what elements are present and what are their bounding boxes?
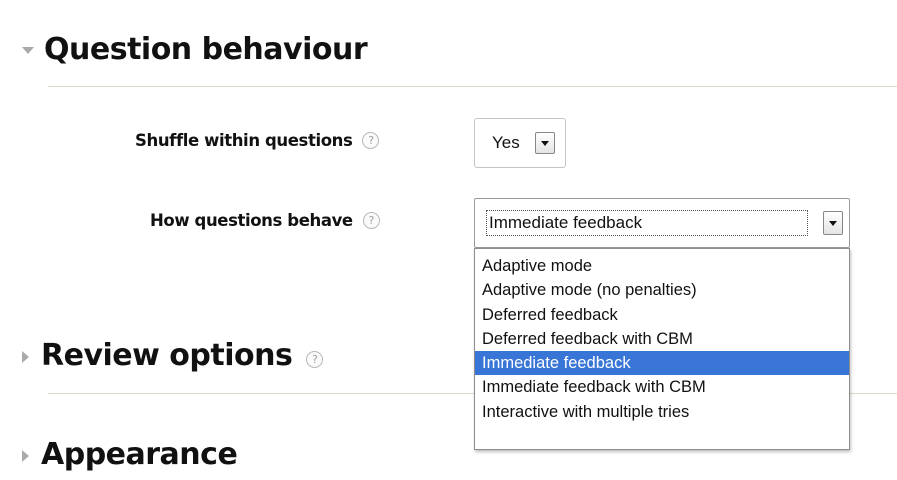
help-icon[interactable]: ?: [362, 132, 380, 149]
dropdown-option-selected[interactable]: Immediate feedback: [475, 351, 849, 376]
section-divider: [48, 86, 897, 87]
caret-right-icon: [22, 449, 29, 462]
shuffle-label: Shuffle within questions: [135, 131, 353, 150]
section-review-options-header[interactable]: Review options ?: [22, 338, 324, 373]
section-title: Appearance: [41, 437, 238, 472]
caret-down-icon: [22, 47, 34, 54]
dropdown-option[interactable]: Immediate feedback with CBM: [475, 375, 849, 399]
section-title: Question behaviour: [44, 32, 368, 67]
dropdown-option[interactable]: Deferred feedback with CBM: [475, 327, 849, 351]
behave-label: How questions behave: [150, 211, 353, 230]
shuffle-field-label-row: Shuffle within questions ?: [135, 131, 380, 150]
chevron-down-icon[interactable]: [535, 132, 555, 154]
dropdown-option[interactable]: Adaptive mode (no penalties): [475, 278, 849, 302]
help-icon[interactable]: ?: [306, 351, 324, 368]
caret-right-icon: [22, 350, 29, 363]
section-question-behaviour-header[interactable]: Question behaviour: [22, 32, 368, 67]
section-appearance-header[interactable]: Appearance: [22, 437, 238, 472]
behave-dropdown-list[interactable]: Adaptive mode Adaptive mode (no penaltie…: [474, 248, 850, 450]
shuffle-select-value: Yes: [492, 133, 520, 152]
behave-field-label-row: How questions behave ?: [150, 211, 380, 230]
behave-select[interactable]: Immediate feedback: [474, 198, 850, 248]
behave-select-value: Immediate feedback: [486, 210, 808, 236]
dropdown-option[interactable]: Interactive with multiple tries: [475, 400, 849, 424]
dropdown-option[interactable]: Adaptive mode: [475, 254, 849, 278]
section-title: Review options: [41, 338, 293, 373]
help-icon[interactable]: ?: [362, 212, 380, 229]
shuffle-select[interactable]: Yes: [474, 118, 566, 168]
chevron-down-icon[interactable]: [823, 211, 843, 235]
dropdown-option[interactable]: Deferred feedback: [475, 303, 849, 327]
